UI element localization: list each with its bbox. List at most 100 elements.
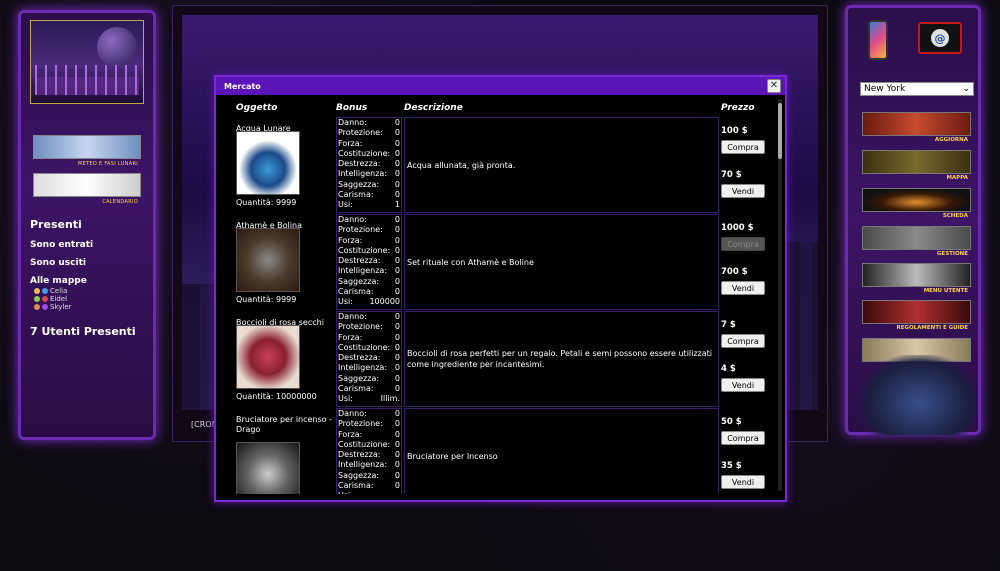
bonus-line: Intelligenza: 0 xyxy=(337,169,401,179)
presence-title: Presenti xyxy=(30,218,82,231)
bonus-label: Destrezza: xyxy=(338,353,381,363)
bonus-label: Usi: xyxy=(338,297,353,307)
table-row: Acqua Lunare Quantità: 9999 Danno: 0 Protezi… xyxy=(216,117,781,213)
bonus-value: 0 xyxy=(394,138,400,148)
bonus-label: Costituzione: xyxy=(338,245,391,255)
bonus-line: Destrezza: 0 xyxy=(337,353,401,363)
bonus-label: Costituzione: xyxy=(338,342,391,352)
nav-gestione[interactable]: GESTIONE xyxy=(862,226,971,257)
table-row: Boccioli di rosa secchi Quantità: 1000000… xyxy=(216,311,781,407)
bonus-line: Saggezza: 0 xyxy=(337,277,401,287)
bonus-line: Intelligenza: 0 xyxy=(337,266,401,276)
nav-mappa[interactable]: MAPPA xyxy=(862,150,971,181)
bonus-value: 0 xyxy=(394,332,400,342)
bonus-label: Intelligenza: xyxy=(338,363,388,373)
bonus-label: Danno: xyxy=(338,215,367,224)
bonus-label: Intelligenza: xyxy=(338,266,388,276)
modal-scrollbar[interactable] xyxy=(778,99,782,491)
item-quantity: Quantità: 9999 xyxy=(236,198,297,207)
calendar-banner[interactable]: CALENDARIO xyxy=(33,173,141,205)
bonus-value: 0 xyxy=(394,190,400,200)
users-count: 7 Utenti Presenti xyxy=(30,325,136,338)
bonus-label: Saggezza: xyxy=(338,179,380,189)
item-name: Bruciatore per incenso - Drago xyxy=(236,415,332,434)
sell-button[interactable]: Vendi xyxy=(721,184,765,198)
bonus-value: 0 xyxy=(394,470,400,480)
site-logo[interactable] xyxy=(30,20,144,104)
bonus-value: 0 xyxy=(394,384,400,394)
modal-header[interactable]: Mercato ✕ xyxy=(216,77,785,95)
phone-icon[interactable] xyxy=(868,20,888,60)
bonus-line: Forza: 0 xyxy=(337,139,401,149)
bonus-value: 0 xyxy=(394,450,400,460)
bonus-box: Danno: 0 Protezione: 0 Forza: 0 Costituzione: 0… xyxy=(336,311,402,407)
bonus-value: 0 xyxy=(394,481,400,491)
bonus-line: Intelligenza: 0 xyxy=(337,460,401,470)
bonus-label: Carisma: xyxy=(338,287,374,297)
bonus-line: Forza: 0 xyxy=(337,430,401,440)
buy-button[interactable]: Compra xyxy=(721,431,765,445)
nav-aggiorna[interactable]: AGGIORNA xyxy=(862,112,971,143)
bonus-label: Carisma: xyxy=(338,190,374,200)
bonus-label: Saggezza: xyxy=(338,373,380,383)
bonus-value: 0 xyxy=(394,312,400,321)
nav-menu-utente[interactable]: MENU UTENTE xyxy=(862,263,971,294)
wolf-image xyxy=(860,355,978,435)
bonus-value: 0 xyxy=(394,429,400,439)
item-image xyxy=(236,442,300,494)
nav-scheda[interactable]: SCHEDA xyxy=(862,188,971,219)
city-select[interactable]: New York ⌄ xyxy=(860,82,974,96)
city-skyline-image xyxy=(35,65,139,95)
col-header-price: Prezzo xyxy=(721,103,755,113)
entered-link[interactable]: Sono entrati xyxy=(30,240,93,250)
market-table: Oggetto Bonus Descrizione Prezzo Acqua L… xyxy=(216,97,785,494)
item-description: Bruciatore per Incenso xyxy=(404,408,719,494)
buy-button[interactable]: Compra xyxy=(721,334,765,348)
scroll-thumb[interactable] xyxy=(778,103,782,159)
user-entry[interactable]: Skyler xyxy=(34,303,72,311)
status-icon xyxy=(34,288,40,294)
rank-icon xyxy=(42,304,48,310)
sell-price: 700 $ xyxy=(721,267,748,277)
close-icon[interactable]: ✕ xyxy=(767,79,781,93)
bonus-box: Danno: 0 Protezione: 0 Forza: 0 Costituzione: 0… xyxy=(336,117,402,213)
bonus-label: Forza: xyxy=(338,332,363,342)
sell-button[interactable]: Vendi xyxy=(721,281,765,295)
exited-link[interactable]: Sono usciti xyxy=(30,258,86,268)
nav-label: GESTIONE xyxy=(936,251,968,257)
bonus-value: 0 xyxy=(394,128,400,138)
nav-regolamenti[interactable]: REGOLAMENTI E GUIDE xyxy=(862,300,971,331)
nav-label: SCHEDA xyxy=(942,213,968,219)
buy-price: 100 $ xyxy=(721,126,748,136)
col-header-bonus: Bonus xyxy=(336,103,368,113)
nav-label: AGGIORNA xyxy=(934,137,968,143)
bonus-line: Costituzione: 0 xyxy=(337,246,401,256)
sell-button[interactable]: Vendi xyxy=(721,378,765,392)
bonus-label: Costituzione: xyxy=(338,439,391,449)
bonus-value: 0 xyxy=(394,409,400,418)
market-modal: Mercato ✕ Oggetto Bonus Descrizione Prez… xyxy=(214,75,787,502)
bonus-label: Forza: xyxy=(338,235,363,245)
user-entry[interactable]: Eidel xyxy=(34,295,67,303)
bonus-label: Carisma: xyxy=(338,481,374,491)
bonus-line: Protezione: 0 xyxy=(337,419,401,429)
maps-link[interactable]: Alle mappe xyxy=(30,276,87,286)
sell-button[interactable]: Vendi xyxy=(721,475,765,489)
user-entry[interactable]: Celia xyxy=(34,287,67,295)
bonus-line: Usi: 1 xyxy=(337,200,401,210)
item-image xyxy=(236,325,300,389)
mail-icon[interactable]: @ xyxy=(918,22,962,54)
buy-button[interactable]: Compra xyxy=(721,140,765,154)
bonus-line: Forza: 0 xyxy=(337,236,401,246)
bonus-line: Danno: 0 xyxy=(337,312,401,322)
sell-price: 35 $ xyxy=(721,461,742,471)
bonus-line: Protezione: 0 xyxy=(337,225,401,235)
bonus-line: Protezione: 0 xyxy=(337,128,401,138)
bonus-value: 0 xyxy=(394,322,400,332)
table-row: Athamè e Bolina Quantità: 9999 Danno: 0 Prot… xyxy=(216,214,781,310)
buy-button[interactable]: Compra xyxy=(721,237,765,251)
meteo-banner[interactable]: METEO E FASI LUNARI xyxy=(33,135,141,167)
planet-image xyxy=(97,27,137,67)
status-icon xyxy=(34,304,40,310)
bonus-label: Saggezza: xyxy=(338,276,380,286)
